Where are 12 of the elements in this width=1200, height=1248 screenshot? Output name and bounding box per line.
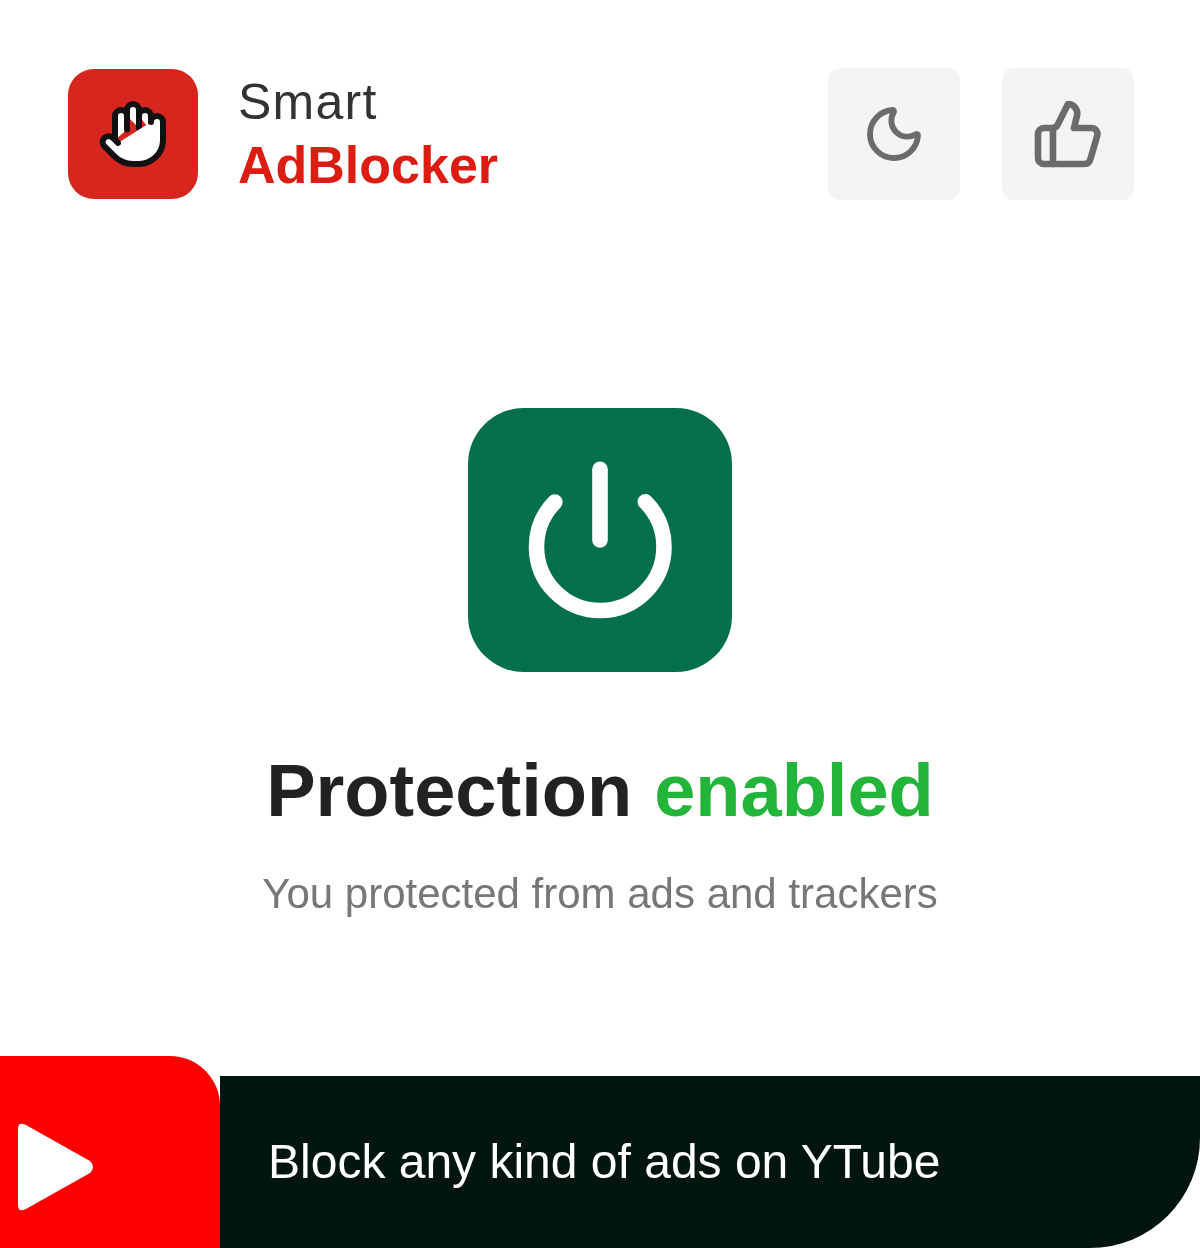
status-subtitle: You protected from ads and trackers (262, 869, 938, 919)
banner[interactable]: Block any kind of ads on YTube (220, 1076, 1200, 1248)
theme-button[interactable] (828, 68, 960, 200)
hand-icon (97, 98, 169, 170)
thumbs-up-icon (1032, 98, 1104, 170)
brand-name: AdBlocker (238, 139, 499, 191)
status-label: Protection (266, 754, 633, 828)
status-state: enabled (654, 754, 934, 828)
banner-text: Block any kind of ads on YTube (268, 1134, 941, 1190)
power-button[interactable] (468, 408, 732, 672)
brand-name: Smart (238, 77, 379, 127)
rate-button[interactable] (1002, 68, 1134, 200)
